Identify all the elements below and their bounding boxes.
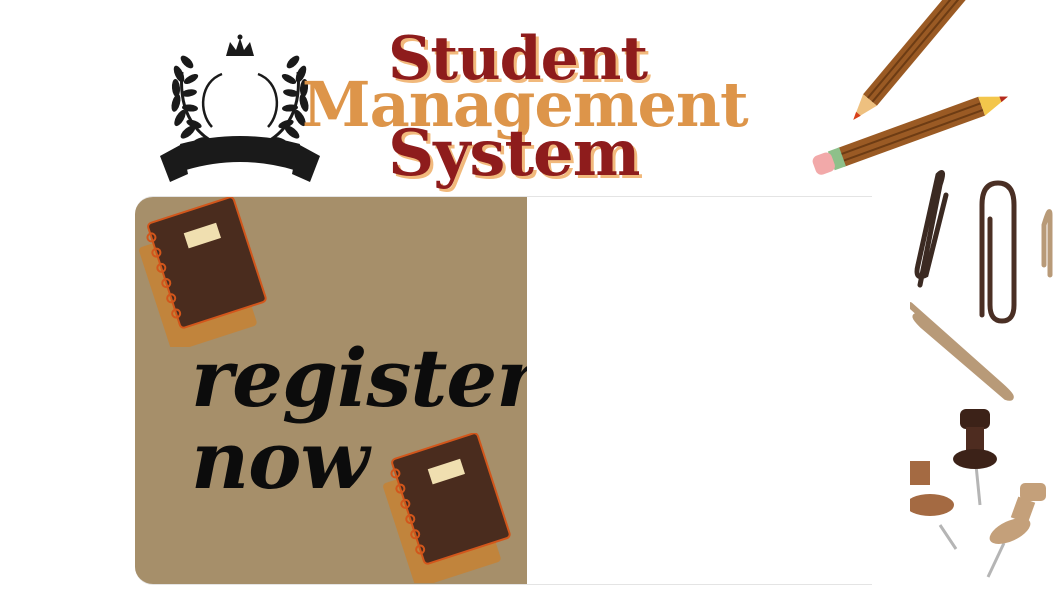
push-pin-icon: [986, 483, 1046, 578]
paper-clip-icon: [1041, 209, 1053, 278]
clips-and-pins-decoration: [906, 165, 1054, 585]
laurel-wreath-icon: [171, 55, 309, 152]
register-card: register now: [135, 196, 872, 585]
pencil-icon: [812, 96, 1008, 175]
logo: [160, 32, 320, 182]
pencil-icon: [853, 0, 967, 120]
paper-clip-icon: [979, 180, 1017, 324]
ribbon-icon: [160, 136, 320, 182]
title-student: Student: [388, 24, 648, 94]
notebook-icon: [379, 432, 529, 584]
push-pin-icon: [906, 461, 958, 550]
crown-icon: [226, 34, 254, 56]
app-title: Management Student System: [300, 18, 860, 191]
register-now-banner[interactable]: register now: [135, 197, 538, 584]
paper-clip-icon: [914, 170, 949, 288]
title-system: System: [388, 116, 640, 191]
register-word: register: [191, 331, 538, 425]
form-area: [527, 197, 872, 584]
notebook-icon: [135, 197, 285, 352]
pencils-decoration: [790, 0, 1020, 180]
push-pin-icon: [953, 409, 997, 506]
